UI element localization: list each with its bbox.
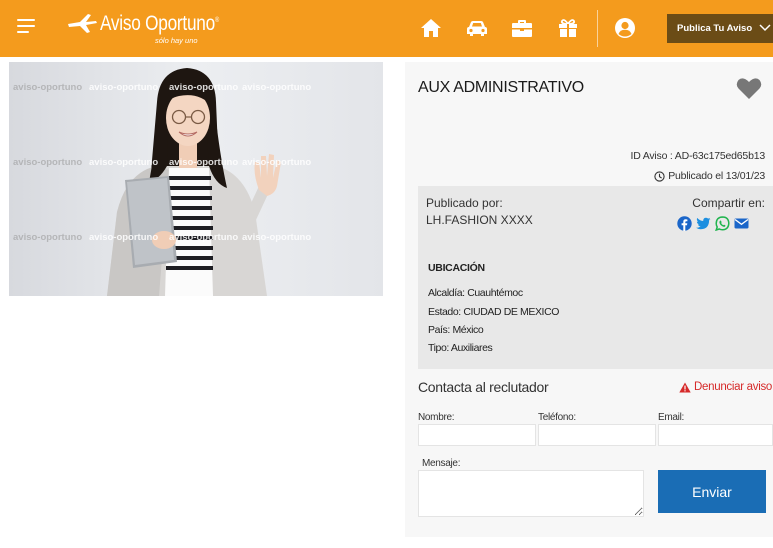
briefcase-icon[interactable] [510, 16, 534, 40]
watermark-text: aviso-oportuno [242, 157, 312, 168]
phone-label: Teléfono: [538, 412, 576, 423]
share-icons [677, 216, 749, 232]
publish-ad-button[interactable]: Publica Tu Aviso [667, 14, 773, 43]
location-estado: Estado: CIUDAD DE MEXICO [428, 306, 560, 318]
watermark-text: aviso-oportuno [13, 232, 83, 243]
email-label: Email: [658, 412, 684, 423]
share-label: Compartir en: [692, 196, 765, 210]
favorite-heart-icon[interactable] [736, 77, 762, 100]
published-date-text: Publicado el 13/01/23 [668, 170, 765, 182]
report-ad-label: Denunciar aviso [694, 381, 772, 393]
published-date: Publicado el 13/01/23 [654, 170, 765, 182]
job-title: AUX ADMINISTRATIVO [418, 79, 584, 96]
watermark-text: aviso-oportuno [13, 82, 83, 93]
nav-divider [597, 10, 598, 47]
whatsapp-icon[interactable] [715, 216, 730, 232]
watermark-text: aviso-oportuno [242, 232, 312, 243]
location-alcaldia: Alcaldía: Cuauhtémoc [428, 287, 523, 299]
watermark-text: aviso-oportuno [89, 157, 159, 168]
name-label: Nombre: [418, 412, 455, 423]
woman-with-laptop-illustration [9, 62, 383, 296]
watermark-text: aviso-oportuno [89, 82, 159, 93]
facebook-icon[interactable] [677, 216, 692, 231]
watermark-text: aviso-oportuno [89, 232, 159, 243]
location-tipo: Tipo: Auxiliares [428, 342, 493, 354]
message-label: Mensaje: [422, 458, 461, 469]
email-input[interactable] [658, 424, 773, 446]
logo-text: Aviso Oportuno® [100, 12, 219, 35]
top-nav-bar: Aviso Oportuno® sólo hay uno Publica Tu … [0, 0, 773, 57]
location-pais: País: México [428, 324, 484, 336]
watermark-text: aviso-oportuno [242, 82, 312, 93]
location-title: UBICACIÓN [428, 262, 485, 274]
site-logo[interactable]: Aviso Oportuno® sólo hay uno [66, 12, 219, 46]
publisher-name: LH.FASHION XXXX [426, 213, 533, 227]
watermark-text: aviso-oportuno [13, 157, 83, 168]
phone-input[interactable] [538, 424, 656, 446]
email-icon[interactable] [734, 216, 749, 231]
clock-icon [654, 170, 665, 182]
menu-icon[interactable] [17, 19, 35, 33]
user-icon[interactable] [613, 16, 637, 40]
gift-icon[interactable] [556, 16, 580, 40]
chevron-down-icon [759, 24, 771, 32]
name-input[interactable] [418, 424, 536, 446]
publisher-label: Publicado por: [426, 196, 503, 210]
plane-icon [68, 14, 97, 33]
ad-id: ID Aviso : AD-63c175ed65b13 [630, 150, 765, 162]
report-ad-link[interactable]: Denunciar aviso [679, 381, 772, 393]
twitter-icon[interactable] [696, 216, 711, 231]
car-icon[interactable] [465, 16, 489, 40]
home-icon[interactable] [419, 16, 443, 40]
publish-ad-label: Publica Tu Aviso [677, 23, 753, 34]
watermark-text: aviso-oportuno [169, 157, 239, 168]
ad-photo[interactable]: aviso-oportuno aviso-oportuno aviso-opor… [9, 62, 383, 296]
message-textarea[interactable] [418, 470, 644, 517]
warning-icon [679, 382, 691, 392]
contact-title: Contacta al reclutador [418, 379, 549, 395]
watermark-text: aviso-oportuno [169, 82, 239, 93]
watermark-text: aviso-oportuno [169, 232, 239, 243]
send-button[interactable]: Enviar [658, 470, 766, 513]
logo-tagline: sólo hay uno [155, 36, 198, 45]
